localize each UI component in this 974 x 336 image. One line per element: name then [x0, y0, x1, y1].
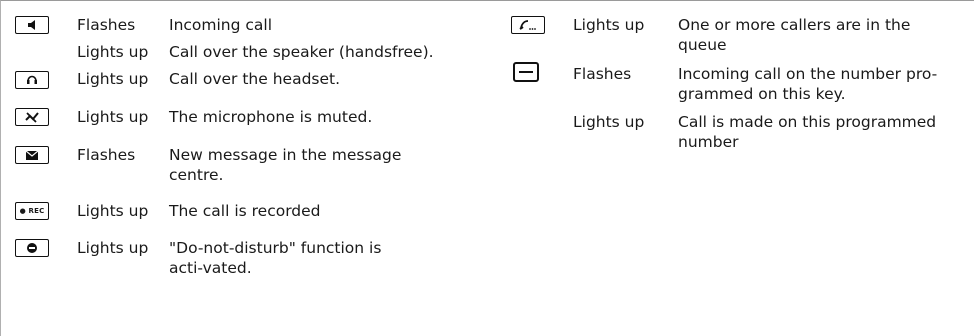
- description-text: Incoming call on the number pro-grammed …: [678, 65, 938, 103]
- record-icon-label: ● REC: [19, 207, 45, 215]
- status-text: Lights up: [77, 108, 149, 126]
- headset-icon: [15, 71, 49, 89]
- status-text: Lights up: [77, 43, 149, 61]
- description-text: New message in the message centre.: [169, 146, 402, 184]
- description-text: The call is recorded: [169, 202, 321, 220]
- description-text: Call is made on this programmed number: [678, 113, 937, 151]
- status-text: Lights up: [573, 16, 645, 34]
- record-icon: ● REC: [15, 202, 49, 220]
- status-text: Lights up: [77, 202, 149, 220]
- status-text: Lights up: [77, 70, 149, 88]
- status-text: Flashes: [77, 16, 136, 34]
- status-text: Lights up: [77, 239, 149, 257]
- description-text: Call over the headset.: [169, 70, 341, 88]
- status-text: Lights up: [573, 113, 645, 131]
- message-icon: [15, 146, 49, 164]
- speaker-icon: [15, 16, 49, 34]
- programmable-key-icon: [513, 62, 539, 82]
- status-text: Flashes: [573, 65, 632, 83]
- description-text: The microphone is muted.: [169, 108, 373, 126]
- description-text: Incoming call: [169, 16, 273, 34]
- led-status-table: Flashes Incoming call Lights up Call ove…: [0, 0, 974, 336]
- description-text: "Do-not-disturb" function is acti-vated.: [169, 239, 382, 277]
- call-queue-icon: [511, 16, 545, 34]
- do-not-disturb-icon: [15, 239, 49, 257]
- status-text: Flashes: [77, 146, 136, 164]
- description-text: Call over the speaker (handsfree).: [169, 43, 434, 61]
- mute-icon: [15, 108, 49, 126]
- description-text: One or more callers are in the queue: [678, 16, 911, 54]
